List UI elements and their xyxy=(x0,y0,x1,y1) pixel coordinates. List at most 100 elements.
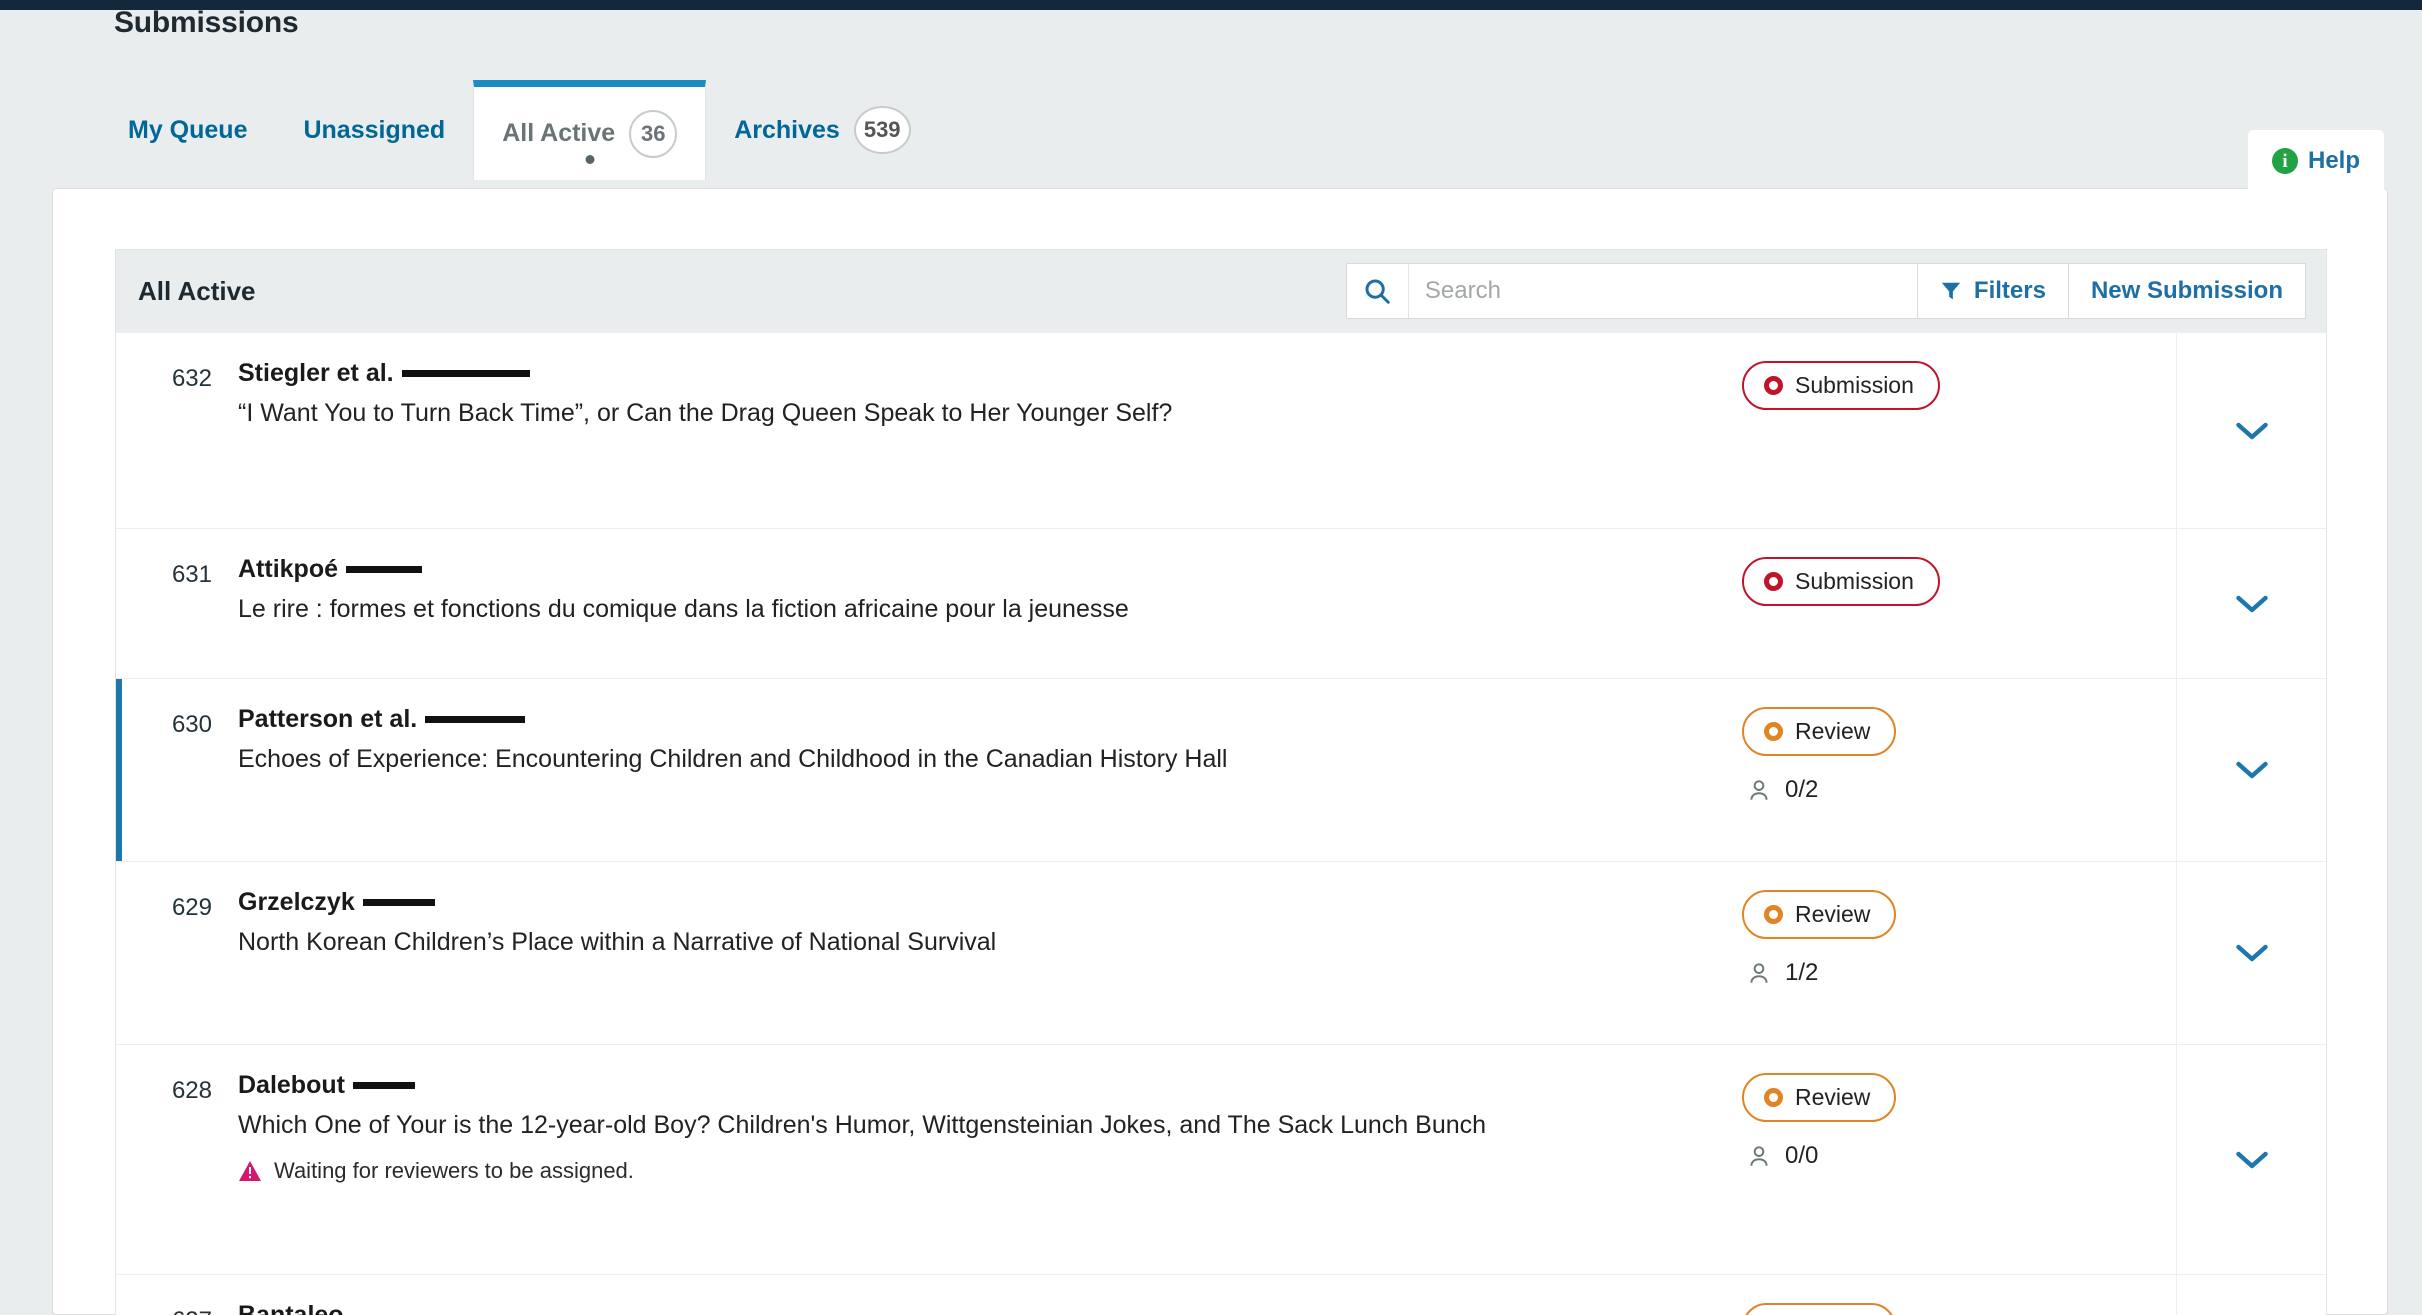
redaction-bar xyxy=(362,899,435,906)
authors-link[interactable]: Patterson et al. xyxy=(238,705,526,734)
submission-title: Which One of Your is the 12-year-old Boy… xyxy=(238,1111,1487,1139)
submission-id: 627 xyxy=(116,1301,238,1315)
reviewers-value: 1/2 xyxy=(1785,959,1819,986)
warning-text: Waiting for reviewers to be assigned. xyxy=(274,1157,634,1183)
status-badge: Review xyxy=(1742,707,1897,756)
status-label: Review xyxy=(1795,1084,1871,1110)
authors-text: Bantaleo xyxy=(238,1301,344,1315)
submission-id: 630 xyxy=(171,711,212,738)
new-submission-button[interactable]: New Submission xyxy=(2068,263,2306,319)
tab-unassigned[interactable]: Unassigned xyxy=(275,80,473,180)
row-content: 632 Stiegler et al. “I Want You to Turn … xyxy=(116,333,1736,528)
redaction-bar xyxy=(346,566,422,573)
table-row[interactable]: 628 Dalebout Which One of Your is the 12… xyxy=(116,1044,2326,1274)
status-ring-icon xyxy=(1764,722,1783,741)
redaction-bar xyxy=(425,716,526,723)
authors-link[interactable]: Dalebout xyxy=(238,1071,415,1100)
reviewers-count: 0/2 xyxy=(1742,776,2176,804)
expand-row-button[interactable] xyxy=(2176,862,2326,1044)
submission-info: Stiegler et al. “I Want You to Turn Back… xyxy=(238,359,1736,502)
authors-text: Dalebout xyxy=(238,1071,345,1099)
reviewers-value: 0/2 xyxy=(1785,776,1819,803)
expand-row-button[interactable] xyxy=(2176,1275,2326,1315)
submission-info: Dalebout Which One of Your is the 12-yea… xyxy=(238,1071,1736,1248)
search-input[interactable] xyxy=(1408,264,1917,318)
user-icon xyxy=(1750,963,1768,983)
chevron-down-icon xyxy=(2235,944,2268,962)
tab-label: Unassigned xyxy=(303,115,446,144)
tab-label: Archives xyxy=(734,115,840,144)
row-status: Review 1/2 xyxy=(1736,862,2176,1044)
reviewers-value: 0/0 xyxy=(1785,1142,1819,1169)
authors-link[interactable]: Bantaleo xyxy=(238,1301,344,1315)
row-status: Submission xyxy=(1736,529,2176,678)
tab-active-dot xyxy=(585,155,595,164)
row-content: 630 Patterson et al. Echoes of Experienc… xyxy=(116,679,1736,861)
status-ring-icon xyxy=(1764,1088,1783,1107)
authors-link[interactable]: Attikpoé xyxy=(238,555,422,584)
expand-row-button[interactable] xyxy=(2176,333,2326,528)
status-badge: Submission xyxy=(1742,361,1940,410)
status-badge: Review xyxy=(1742,1073,1897,1122)
table-row[interactable]: 632 Stiegler et al. “I Want You to Turn … xyxy=(116,332,2326,528)
submission-id: 631 xyxy=(171,561,212,588)
help-tab[interactable]: i Help xyxy=(2248,130,2384,192)
search-box xyxy=(1345,263,1918,319)
tab-archives[interactable]: Archives 539 xyxy=(706,80,938,180)
authors-link[interactable]: Stiegler et al. xyxy=(238,359,530,388)
table-row[interactable]: 627 Bantaleo Review xyxy=(116,1274,2326,1315)
table-row[interactable]: 629 Grzelczyk North Korean Children’s Pl… xyxy=(116,861,2326,1044)
row-status: Review xyxy=(1736,1275,2176,1315)
submissions-list-panel: All Active Filter xyxy=(115,249,2327,1315)
chevron-down-icon xyxy=(2235,422,2268,439)
new-submission-label: New Submission xyxy=(2090,277,2283,304)
row-content: 631 Attikpoé Le rire : formes et fonctio… xyxy=(116,529,1736,678)
authors-link[interactable]: Grzelczyk xyxy=(238,888,435,917)
search-icon[interactable] xyxy=(1346,264,1409,318)
row-content: 628 Dalebout Which One of Your is the 12… xyxy=(116,1045,1736,1274)
authors-text: Patterson et al. xyxy=(238,705,418,733)
help-label: Help xyxy=(2307,147,2360,174)
submissions-tabs: My Queue Unassigned All Active 36 Archiv… xyxy=(100,80,939,180)
submission-id: 629 xyxy=(171,894,212,921)
authors-text: Stiegler et al. xyxy=(238,359,394,387)
status-badge: Submission xyxy=(1742,557,1940,606)
filter-icon xyxy=(1941,282,1961,300)
status-ring-icon xyxy=(1764,376,1783,395)
table-row[interactable]: 630 Patterson et al. Echoes of Experienc… xyxy=(116,678,2326,861)
row-status: Review 0/0 xyxy=(1736,1045,2176,1274)
tab-count-badge: 36 xyxy=(629,109,678,158)
submission-id: 632 xyxy=(171,365,212,392)
content-card: All Active Filter xyxy=(52,188,2388,1315)
submission-id: 628 xyxy=(171,1077,212,1104)
expand-row-button[interactable] xyxy=(2176,529,2326,678)
expand-row-button[interactable] xyxy=(2176,679,2326,861)
status-label: Review xyxy=(1795,718,1871,744)
tab-label: My Queue xyxy=(128,115,248,144)
expand-row-button[interactable] xyxy=(2176,1045,2326,1274)
filters-button[interactable]: Filters xyxy=(1917,263,2069,319)
tab-all-active[interactable]: All Active 36 xyxy=(473,80,707,180)
row-content: 629 Grzelczyk North Korean Children’s Pl… xyxy=(116,862,1736,1044)
row-content: 627 Bantaleo xyxy=(116,1275,1736,1315)
list-title: All Active xyxy=(138,275,256,306)
table-row[interactable]: 631 Attikpoé Le rire : formes et fonctio… xyxy=(116,528,2326,678)
chevron-down-icon xyxy=(2235,761,2268,779)
submission-info: Grzelczyk North Korean Children’s Place … xyxy=(238,888,1736,1018)
row-warning: Waiting for reviewers to be assigned. xyxy=(238,1158,1716,1184)
top-bar xyxy=(0,0,2422,10)
row-status: Submission xyxy=(1736,333,2176,528)
submission-info: Attikpoé Le rire : formes et fonctions d… xyxy=(238,555,1736,652)
authors-text: Attikpoé xyxy=(238,555,338,583)
chevron-down-icon xyxy=(2235,1151,2268,1168)
tab-label: All Active xyxy=(502,119,616,147)
redaction-bar xyxy=(401,370,530,377)
submission-title: Echoes of Experience: Encountering Child… xyxy=(238,745,1228,773)
authors-text: Grzelczyk xyxy=(238,888,355,916)
redaction-bar xyxy=(352,1082,415,1089)
status-ring-icon xyxy=(1764,905,1783,924)
submission-info: Bantaleo xyxy=(238,1301,1736,1315)
chevron-down-icon xyxy=(2235,595,2268,612)
list-header: All Active Filter xyxy=(116,250,2326,332)
tab-my-queue[interactable]: My Queue xyxy=(100,80,275,180)
